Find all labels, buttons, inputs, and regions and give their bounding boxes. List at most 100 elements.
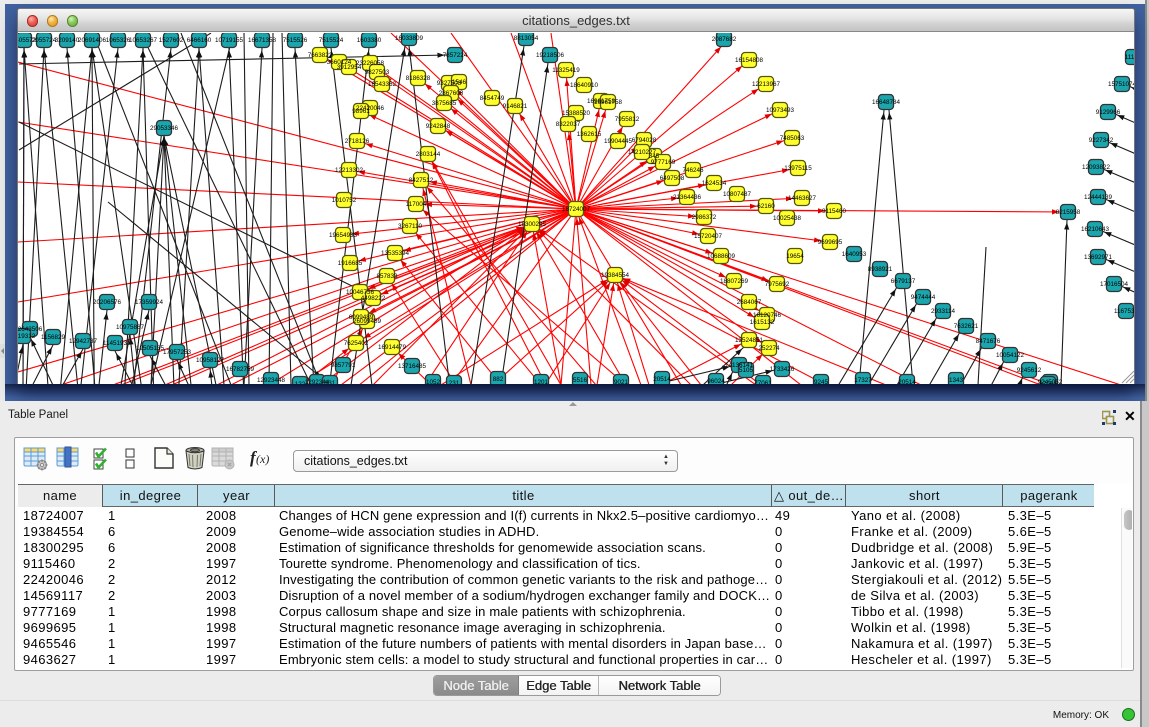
svg-text:19654933: 19654933 bbox=[329, 232, 358, 239]
svg-text:1145193: 1145193 bbox=[103, 340, 128, 347]
svg-text:8454749: 8454749 bbox=[480, 95, 505, 102]
svg-text:8471676: 8471676 bbox=[976, 338, 1001, 345]
svg-text:18640910: 18640910 bbox=[570, 82, 599, 89]
svg-text:9227342: 9227342 bbox=[1089, 137, 1114, 144]
svg-text:7485063: 7485063 bbox=[780, 135, 805, 142]
svg-text:16154808: 16154808 bbox=[735, 57, 764, 64]
svg-text:12213967: 12213967 bbox=[752, 81, 781, 88]
svg-text:10973493: 10973493 bbox=[766, 107, 795, 114]
svg-text:10958127: 10958127 bbox=[196, 357, 225, 364]
svg-text:9245612: 9245612 bbox=[1017, 367, 1042, 374]
svg-text:2933114: 2933114 bbox=[931, 308, 956, 315]
svg-text:1733426: 1733426 bbox=[770, 366, 795, 373]
svg-text:8427512: 8427512 bbox=[409, 177, 434, 184]
svg-text:1640953: 1640953 bbox=[842, 251, 867, 258]
svg-text:13535394: 13535394 bbox=[381, 250, 410, 257]
svg-text:10054122: 10054122 bbox=[996, 352, 1025, 359]
svg-text:6679137: 6679137 bbox=[891, 278, 916, 285]
svg-text:11325419: 11325419 bbox=[552, 67, 580, 74]
svg-text:1546: 1546 bbox=[452, 79, 467, 86]
svg-text:6466160: 6466160 bbox=[187, 37, 212, 44]
svg-text:17957253: 17957253 bbox=[163, 349, 192, 356]
svg-text:3267110: 3267110 bbox=[398, 223, 423, 230]
svg-text:1603380: 1603380 bbox=[357, 37, 382, 44]
svg-text:62160: 62160 bbox=[757, 203, 775, 210]
svg-text:19654: 19654 bbox=[786, 253, 804, 260]
svg-text:7975692: 7975692 bbox=[765, 281, 790, 288]
svg-text:1362615: 1362615 bbox=[577, 131, 602, 138]
svg-text:77061: 77061 bbox=[754, 380, 772, 384]
svg-text:17327: 17327 bbox=[854, 377, 872, 384]
svg-text:1916685: 1916685 bbox=[338, 260, 363, 267]
svg-text:10025438: 10025438 bbox=[773, 215, 802, 222]
svg-text:12213302: 12213302 bbox=[335, 167, 364, 174]
svg-text:9146821: 9146821 bbox=[503, 103, 528, 110]
svg-text:882: 882 bbox=[493, 376, 504, 383]
svg-text:1010752: 1010752 bbox=[332, 197, 357, 204]
svg-text:17359924: 17359924 bbox=[135, 299, 164, 306]
svg-text:16120746: 16120746 bbox=[753, 312, 782, 319]
svg-text:18724007: 18724007 bbox=[562, 206, 591, 213]
svg-text:23226058: 23226058 bbox=[356, 60, 385, 67]
svg-text:9827503: 9827503 bbox=[365, 69, 390, 76]
svg-text:6794028: 6794028 bbox=[632, 137, 657, 144]
svg-text:11123: 11123 bbox=[1125, 54, 1134, 61]
svg-text:16543362: 16543362 bbox=[368, 81, 397, 88]
svg-text:6497508: 6497508 bbox=[660, 175, 685, 182]
svg-text:2684067: 2684067 bbox=[737, 299, 762, 306]
svg-text:9857791: 9857791 bbox=[331, 362, 356, 369]
svg-text:10975867: 10975867 bbox=[116, 324, 145, 331]
svg-text:13975115: 13975115 bbox=[784, 165, 812, 172]
svg-text:12942737: 12942737 bbox=[69, 338, 98, 345]
svg-text:17016504: 17016504 bbox=[1100, 281, 1129, 288]
svg-text:16210643: 16210643 bbox=[1081, 226, 1110, 233]
svg-text:9699695: 9699695 bbox=[818, 239, 843, 246]
svg-text:12505135: 12505135 bbox=[136, 345, 165, 352]
svg-text:1052: 1052 bbox=[426, 379, 441, 384]
svg-text:3875685: 3875685 bbox=[432, 100, 457, 107]
svg-text:98961: 98961 bbox=[352, 108, 370, 115]
svg-text:15388520: 15388520 bbox=[562, 110, 591, 117]
svg-text:8186328: 8186328 bbox=[406, 75, 431, 82]
svg-text:21364436: 21364436 bbox=[673, 194, 702, 201]
svg-text:1624534: 1624534 bbox=[702, 180, 727, 187]
svg-text:12444139: 12444139 bbox=[1084, 194, 1113, 201]
svg-text:1065326: 1065326 bbox=[106, 37, 131, 44]
svg-text:20514: 20514 bbox=[653, 376, 671, 383]
svg-text:7955812: 7955812 bbox=[615, 116, 640, 123]
svg-text:9245: 9245 bbox=[814, 379, 829, 384]
svg-text:8813054: 8813054 bbox=[514, 35, 539, 42]
svg-text:16961758: 16961758 bbox=[594, 99, 623, 106]
svg-text:9474444: 9474444 bbox=[911, 294, 936, 301]
svg-text:1343: 1343 bbox=[949, 377, 964, 384]
svg-text:16782759: 16782759 bbox=[226, 366, 255, 373]
svg-text:7663822: 7663822 bbox=[308, 52, 333, 59]
svg-text:1156829: 1156829 bbox=[41, 334, 66, 341]
svg-text:2643506: 2643506 bbox=[18, 326, 43, 333]
svg-text:2986372: 2986372 bbox=[692, 214, 717, 221]
svg-text:19218506: 19218506 bbox=[536, 52, 565, 59]
svg-text:231: 231 bbox=[449, 380, 460, 384]
svg-text:9129966: 9129966 bbox=[1096, 109, 1121, 116]
svg-text:18807269: 18807269 bbox=[720, 278, 749, 285]
svg-text:19904445: 19904445 bbox=[604, 138, 633, 145]
svg-text:252274: 252274 bbox=[758, 345, 780, 352]
svg-text:3919312: 3919312 bbox=[18, 333, 36, 340]
svg-text:8938921: 8938921 bbox=[868, 266, 893, 273]
svg-text:1615132: 1615132 bbox=[750, 319, 775, 326]
svg-text:20206576: 20206576 bbox=[93, 299, 122, 306]
svg-text:12093822: 12093822 bbox=[1082, 164, 1111, 171]
svg-text:7632621: 7632621 bbox=[954, 323, 979, 330]
svg-text:7515524: 7515524 bbox=[319, 37, 344, 44]
svg-text:16648784: 16648784 bbox=[872, 99, 901, 106]
svg-text:1527602: 1527602 bbox=[159, 37, 184, 44]
svg-text:7515526: 7515526 bbox=[283, 37, 308, 44]
svg-text:9242848: 9242848 bbox=[426, 123, 451, 130]
svg-text:7625402: 7625402 bbox=[344, 340, 369, 347]
svg-text:2055724: 2055724 bbox=[32, 37, 57, 44]
svg-text:10719155: 10719155 bbox=[215, 37, 244, 44]
svg-text:2087682: 2087682 bbox=[712, 36, 737, 43]
svg-text:2718126: 2718126 bbox=[345, 138, 370, 145]
svg-text:9115460: 9115460 bbox=[822, 208, 847, 215]
svg-text:9777169: 9777169 bbox=[651, 159, 676, 166]
